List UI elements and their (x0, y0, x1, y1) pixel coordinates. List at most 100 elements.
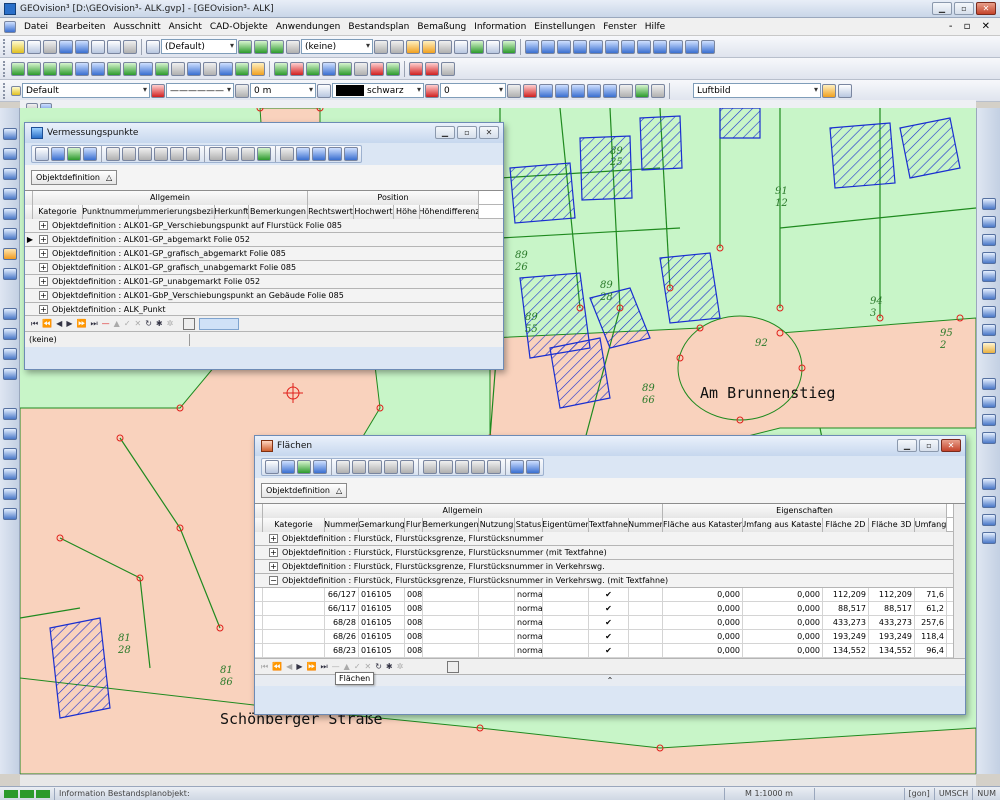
fl-zoom-icon[interactable] (423, 460, 437, 474)
menu-bemassung[interactable]: Bemaßung (413, 22, 470, 32)
zoom-extents-icon[interactable] (982, 234, 996, 246)
nav-last-icon[interactable]: ⏭ (90, 319, 97, 329)
nav-cancel-icon[interactable]: ✕ (135, 319, 142, 328)
measure-area-icon[interactable] (3, 448, 17, 460)
cell-textfahne-checkbox[interactable]: ✔ (589, 629, 629, 644)
style-combo[interactable]: (Default) (161, 39, 237, 54)
join-icon[interactable] (338, 61, 352, 76)
expand-icon[interactable]: + (39, 305, 48, 314)
nav-next-page-icon[interactable]: ⏩ (76, 319, 86, 328)
vp-print-icon[interactable] (296, 147, 310, 161)
linestyle-combo[interactable]: —————— (166, 83, 234, 98)
vp-find-icon[interactable] (280, 147, 294, 161)
nav-delete-icon[interactable]: — (332, 662, 340, 671)
hatch-style-3-icon[interactable] (555, 83, 569, 98)
vp-col-punktnummer[interactable]: Punktnummer (83, 204, 139, 219)
vp-col-bemerkungen[interactable]: Bemerkungen (249, 204, 308, 219)
layer-delete-icon[interactable] (286, 39, 300, 54)
zoom-window-icon[interactable] (3, 128, 17, 140)
nav-filter-icon[interactable]: ✲ (397, 662, 404, 671)
hatch-icon[interactable] (171, 61, 185, 76)
menu-information[interactable]: Information (470, 22, 530, 32)
align-icon[interactable] (386, 61, 400, 76)
view-rotate-icon[interactable] (982, 496, 996, 508)
nav-add-icon[interactable]: ▲ (344, 662, 350, 671)
fl-col-umfang-kataster[interactable]: Umfang aus Kataster (743, 517, 823, 532)
table-row[interactable]: 68/26 016105 008 normal ✔ 0,000 0,000 193,249 19… (255, 629, 965, 644)
snap-intersect-icon[interactable] (3, 348, 17, 360)
edit-node-icon[interactable] (274, 61, 288, 76)
fl-print-icon[interactable] (510, 460, 524, 474)
vp-sort-icon[interactable] (106, 147, 120, 161)
fl-new-icon[interactable] (265, 460, 279, 474)
snap-point-icon[interactable] (3, 148, 17, 160)
fl-col-nummer[interactable]: Nummer (325, 517, 359, 532)
menu-anwendungen[interactable]: Anwendungen (272, 22, 345, 32)
layer-combo[interactable]: Default (22, 83, 150, 98)
erase-icon[interactable] (425, 61, 439, 76)
properties-icon[interactable] (146, 39, 160, 54)
cell-textfahne-checkbox[interactable]: ✔ (589, 601, 629, 616)
nav-next-page-icon[interactable]: ⏩ (306, 662, 316, 671)
info-7-icon[interactable] (621, 39, 635, 54)
fl-col-flaeche-kataster[interactable]: Fläche aus Kataster (663, 517, 743, 532)
vp-group-row[interactable]: + Objektdefinition : ALK01-GP_unabgemarkt… (25, 275, 503, 289)
nav-refresh-icon[interactable]: ↻ (375, 662, 382, 671)
document-icon[interactable] (4, 20, 16, 33)
info-1-icon[interactable] (525, 39, 539, 54)
nav-confirm-icon[interactable]: ✓ (124, 319, 131, 328)
snap-active-icon[interactable] (3, 248, 17, 260)
nav-add-icon[interactable]: ▲ (114, 319, 120, 328)
select-tool-icon[interactable] (11, 39, 25, 54)
point-tool-icon[interactable] (11, 61, 25, 76)
toolbar-grip[interactable] (3, 60, 7, 77)
flaechen-titlebar[interactable]: Flächen ▁ ▫ ✕ (255, 436, 965, 456)
nav-bookmark-icon[interactable]: ✱ (386, 662, 393, 671)
vp-group-row[interactable]: + Objektdefinition : ALK01-GP_grafisch_un… (25, 261, 503, 275)
map-view-icon[interactable] (470, 39, 484, 54)
table-view-icon[interactable] (454, 39, 468, 54)
info-6-icon[interactable] (605, 39, 619, 54)
vp-filter-value[interactable]: (keine) (29, 335, 189, 344)
info-8-icon[interactable] (637, 39, 651, 54)
menu-bearbeiten[interactable]: Bearbeiten (52, 22, 109, 32)
zoom-out-icon[interactable] (982, 216, 996, 228)
fl-col-gemarkung[interactable]: Gemarkung (359, 517, 405, 532)
fl-col-eigentuemer[interactable]: Eigentümer (543, 517, 589, 532)
vp-zoom-out-icon[interactable] (241, 147, 255, 161)
expand-icon[interactable]: + (269, 534, 278, 543)
color-combo[interactable]: schwarz (332, 83, 424, 98)
snap-end-icon[interactable] (3, 208, 17, 220)
filter-combo[interactable]: (keine) (301, 39, 373, 54)
pin-icon[interactable] (370, 61, 384, 76)
table-row[interactable]: 66/117 016105 008 normal ✔ 0,000 0,000 88,517 88… (255, 601, 965, 616)
expand-icon[interactable]: + (39, 221, 48, 230)
maximize-button[interactable]: ▫ (954, 2, 974, 15)
expand-icon[interactable]: + (269, 562, 278, 571)
vp-zoom-icon[interactable] (209, 147, 223, 161)
vp-group-row[interactable]: + Objektdefinition : ALK01-GP_grafisch_ab… (25, 247, 503, 261)
expand-icon[interactable]: + (269, 548, 278, 557)
nav-next-icon[interactable]: ▶ (296, 662, 302, 671)
menu-ansicht[interactable]: Ansicht (165, 22, 206, 32)
dimension-icon[interactable] (187, 61, 201, 76)
polyline-icon[interactable] (27, 61, 41, 76)
vp-maximize-button[interactable]: ▫ (457, 126, 477, 139)
color-picker-icon[interactable] (317, 83, 331, 98)
table-row[interactable]: 66/127 016105 008 normal ✔ 0,000 0,000 112,209 1… (255, 587, 965, 602)
rotate-icon[interactable] (139, 61, 153, 76)
measure-distance-icon[interactable] (3, 408, 17, 420)
menu-hilfe[interactable]: Hilfe (641, 22, 669, 32)
value-combo[interactable]: 0 (440, 83, 506, 98)
vp-group-chip[interactable]: Objektdefinition △ (31, 170, 118, 185)
vp-col-nummerierungsbezirk[interactable]: Nummerierungsbezirk (139, 204, 215, 219)
menu-ausschnitt[interactable]: Ausschnitt (109, 22, 164, 32)
nav-prev-page-icon[interactable]: ⏪ (272, 662, 282, 671)
fl-image-icon[interactable] (297, 460, 311, 474)
expand-icon[interactable]: + (39, 291, 48, 300)
fl-maximize-button[interactable]: ▫ (919, 439, 939, 452)
raster-icon[interactable] (486, 39, 500, 54)
vp-zoom-in-icon[interactable] (225, 147, 239, 161)
vp-col-hoehendifferenz[interactable]: Höhendifferenz (420, 204, 479, 219)
map-horizontal-scrollbar[interactable] (20, 774, 976, 786)
